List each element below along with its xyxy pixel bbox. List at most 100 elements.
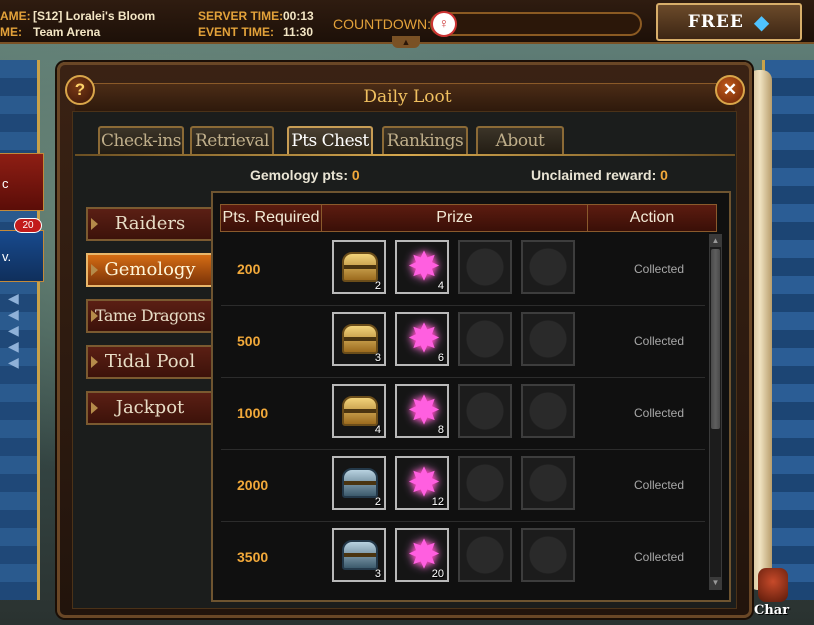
tab-divider (75, 154, 735, 156)
prize-slot-gem[interactable]: ✸ 4 (395, 240, 449, 294)
side-item-jackpot[interactable]: Jackpot (86, 391, 212, 425)
action-status: Collected (633, 478, 685, 492)
event-time-value: 11:30 (283, 25, 314, 39)
event-name-label: ME: (0, 25, 22, 39)
left-panel-blue-button[interactable]: v. (0, 230, 44, 282)
prize-quantity: 20 (431, 568, 444, 580)
side-item-tame-dragons[interactable]: Tame Dragons (86, 299, 212, 333)
prize-slot-empty (521, 312, 575, 366)
free-button-label: FREE (687, 12, 744, 32)
header-action: Action (629, 209, 675, 226)
gold-chest-icon (342, 396, 378, 426)
prize-slot-gem[interactable]: ✸ 20 (395, 528, 449, 582)
unclaimed-reward-value: 0 (660, 167, 668, 183)
character-avatar-icon[interactable] (758, 568, 788, 602)
character-button-label[interactable]: Char (754, 603, 789, 618)
side-arrow-icon (91, 402, 98, 414)
side-item-label: Gemology (104, 259, 196, 280)
pts-required-cell: 3500 (237, 549, 269, 565)
tab-check-ins[interactable]: Check-ins (98, 126, 184, 154)
side-item-gemology[interactable]: Gemology (86, 253, 212, 287)
prize-slot-chest[interactable]: 4 (332, 384, 386, 438)
side-arrow-icon (91, 310, 98, 322)
table-header: Pts. Required Prize Action (220, 204, 717, 232)
left-scroll-arrows[interactable]: ◀ ◀ ◀ ◀ ◀ (8, 290, 24, 370)
prize-slot-empty (521, 384, 575, 438)
daily-loot-dialog: Daily Loot ? ✕ Check-ins Retrieval Pts C… (57, 62, 752, 618)
prize-quantity: 4 (374, 424, 381, 436)
rewards-table: Pts. Required Prize Action 200 2 ✸ 4 Col… (211, 191, 731, 602)
prize-slot-empty (458, 312, 512, 366)
tab-about[interactable]: About (476, 126, 564, 154)
scroll-thumb[interactable] (711, 249, 720, 429)
prize-slot-empty (521, 456, 575, 510)
prize-slot-chest[interactable]: 2 (332, 240, 386, 294)
prize-quantity: 3 (374, 352, 381, 364)
prize-slot-chest[interactable]: 3 (332, 528, 386, 582)
side-arrow-icon (91, 218, 98, 230)
help-button[interactable]: ? (65, 75, 95, 105)
side-item-raiders[interactable]: Raiders (86, 207, 212, 241)
side-item-label: Raiders (114, 213, 186, 234)
server-time-value: 00:13 (283, 9, 314, 23)
prize-quantity: 8 (437, 424, 444, 436)
silver-chest-icon (342, 468, 378, 498)
prize-slot-empty (458, 240, 512, 294)
tab-pts-chest[interactable]: Pts Chest (287, 126, 373, 154)
dialog-title: Daily Loot (363, 87, 452, 107)
unclaimed-reward: Unclaimed reward: 0 (531, 167, 668, 183)
prize-quantity: 2 (374, 496, 381, 508)
table-body: 200 2 ✸ 4 Collected 500 3 ✸ 6 Collected … (221, 234, 705, 590)
diamond-icon: ◆ (753, 10, 771, 34)
table-scrollbar[interactable]: ▲ ▼ (709, 234, 722, 590)
prize-slot-gem[interactable]: ✸ 12 (395, 456, 449, 510)
side-item-label: Jackpot (115, 397, 185, 418)
table-row: 1000 4 ✸ 8 Collected (221, 378, 705, 450)
prize-quantity: 12 (431, 496, 444, 508)
table-row: 200 2 ✸ 4 Collected (221, 234, 705, 306)
top-status-bar: AME: [S12] Loralei's Bloom ME: Team Aren… (0, 0, 814, 48)
countdown-label: COUNTDOWN: (333, 16, 431, 32)
scroll-up-arrow-icon[interactable]: ▲ (710, 235, 721, 247)
prize-slot-empty (458, 528, 512, 582)
tab-rankings[interactable]: Rankings (382, 126, 468, 154)
scroll-down-arrow-icon[interactable]: ▼ (710, 577, 721, 589)
prize-slot-gem[interactable]: ✸ 8 (395, 384, 449, 438)
side-item-label: Tidal Pool (104, 351, 196, 372)
prize-quantity: 3 (374, 568, 381, 580)
action-status: Collected (633, 334, 685, 348)
free-button[interactable]: FREE ◆ (656, 3, 802, 41)
side-arrow-icon (91, 264, 98, 276)
pts-required-cell: 500 (237, 333, 261, 349)
server-name-label: AME: (0, 9, 31, 23)
gemology-points-label: Gemology pts: (250, 167, 349, 183)
prize-slot-gem[interactable]: ✸ 6 (395, 312, 449, 366)
silver-chest-icon (342, 540, 378, 570)
prize-quantity: 2 (374, 280, 381, 292)
gemology-points: Gemology pts: 0 (250, 167, 360, 183)
left-panel-badge: 20 (14, 218, 42, 233)
pts-required-cell: 200 (237, 261, 261, 277)
close-button[interactable]: ✕ (715, 75, 745, 105)
countdown-icon[interactable]: ♀ (431, 11, 457, 37)
prize-quantity: 6 (437, 352, 444, 364)
prize-slot-chest[interactable]: 2 (332, 456, 386, 510)
side-item-tidal-pool[interactable]: Tidal Pool (86, 345, 212, 379)
header-prize: Prize (322, 205, 588, 231)
prize-quantity: 4 (437, 280, 444, 292)
prize-slot-empty (521, 240, 575, 294)
left-panel-red-button[interactable]: c (0, 153, 44, 211)
table-row: 500 3 ✸ 6 Collected (221, 306, 705, 378)
table-row: 2000 2 ✸ 12 Collected (221, 450, 705, 522)
event-name-value: Team Arena (33, 25, 101, 39)
server-name-value: [S12] Loralei's Bloom (33, 9, 156, 23)
tab-retrieval[interactable]: Retrieval (190, 126, 274, 154)
pts-required-cell: 1000 (237, 405, 269, 421)
gemology-points-value: 0 (351, 167, 360, 183)
prize-slot-chest[interactable]: 3 (332, 312, 386, 366)
top-collapse-toggle[interactable]: ▲ (392, 36, 420, 48)
side-item-label: Tame Dragons (95, 306, 206, 325)
action-status: Collected (633, 550, 685, 564)
header-pts-required: Pts. Required (221, 205, 322, 231)
server-time-label: SERVER TIME: (198, 9, 284, 23)
